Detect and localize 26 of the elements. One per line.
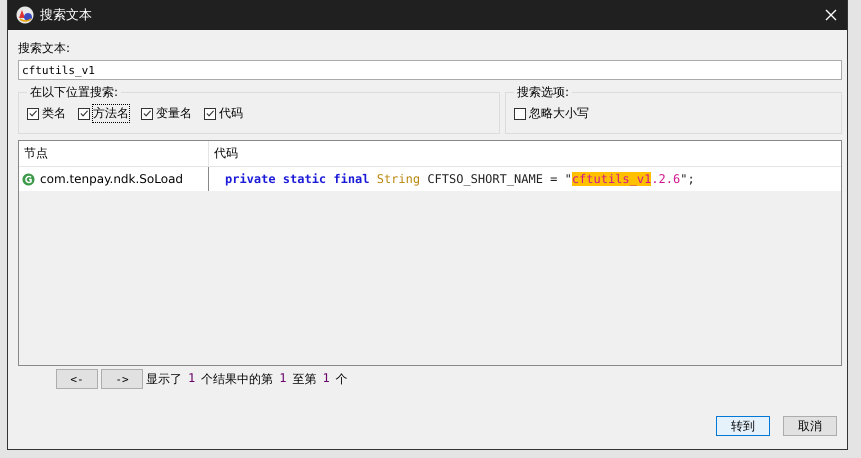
search-label: 搜索文本:	[18, 40, 72, 57]
group-title: 在以下位置搜索:	[29, 84, 120, 101]
nav-button[interactable]: <-	[56, 369, 98, 389]
nav-button[interactable]: ->	[101, 369, 143, 389]
status-text: 显示了 1 个结果中的第 1 至第 1 个	[146, 370, 348, 388]
app-logo-icon	[16, 6, 34, 24]
class-icon	[22, 172, 35, 186]
code-line: private static final String CFTSO_SHORT_NAME = "cftutils_v1.2.6";	[225, 172, 695, 186]
column-header[interactable]: 代码	[209, 141, 841, 166]
check-icon	[79, 108, 89, 119]
checkbox[interactable]: 方法名	[78, 105, 129, 122]
table-cell: com.tenpay.ndk.SoLoad	[40, 172, 184, 186]
checkbox[interactable]: 类名	[27, 105, 66, 122]
close-icon[interactable]	[825, 9, 837, 21]
check-icon	[142, 108, 152, 119]
window-title: 搜索文本	[40, 7, 93, 24]
dialog-button[interactable]: 取消	[783, 416, 837, 436]
column-header[interactable]: 节点	[19, 141, 209, 166]
group-title: 搜索选项:	[516, 84, 570, 101]
checkbox[interactable]: 变量名	[141, 105, 192, 122]
dialog-button[interactable]: 转到	[716, 416, 770, 436]
search-field[interactable]: cftutils_v1	[18, 60, 842, 80]
checkbox[interactable]: 代码	[204, 105, 243, 122]
check-icon	[28, 108, 38, 119]
check-icon	[205, 108, 215, 119]
checkbox[interactable]: 忽略大小写	[514, 105, 589, 122]
